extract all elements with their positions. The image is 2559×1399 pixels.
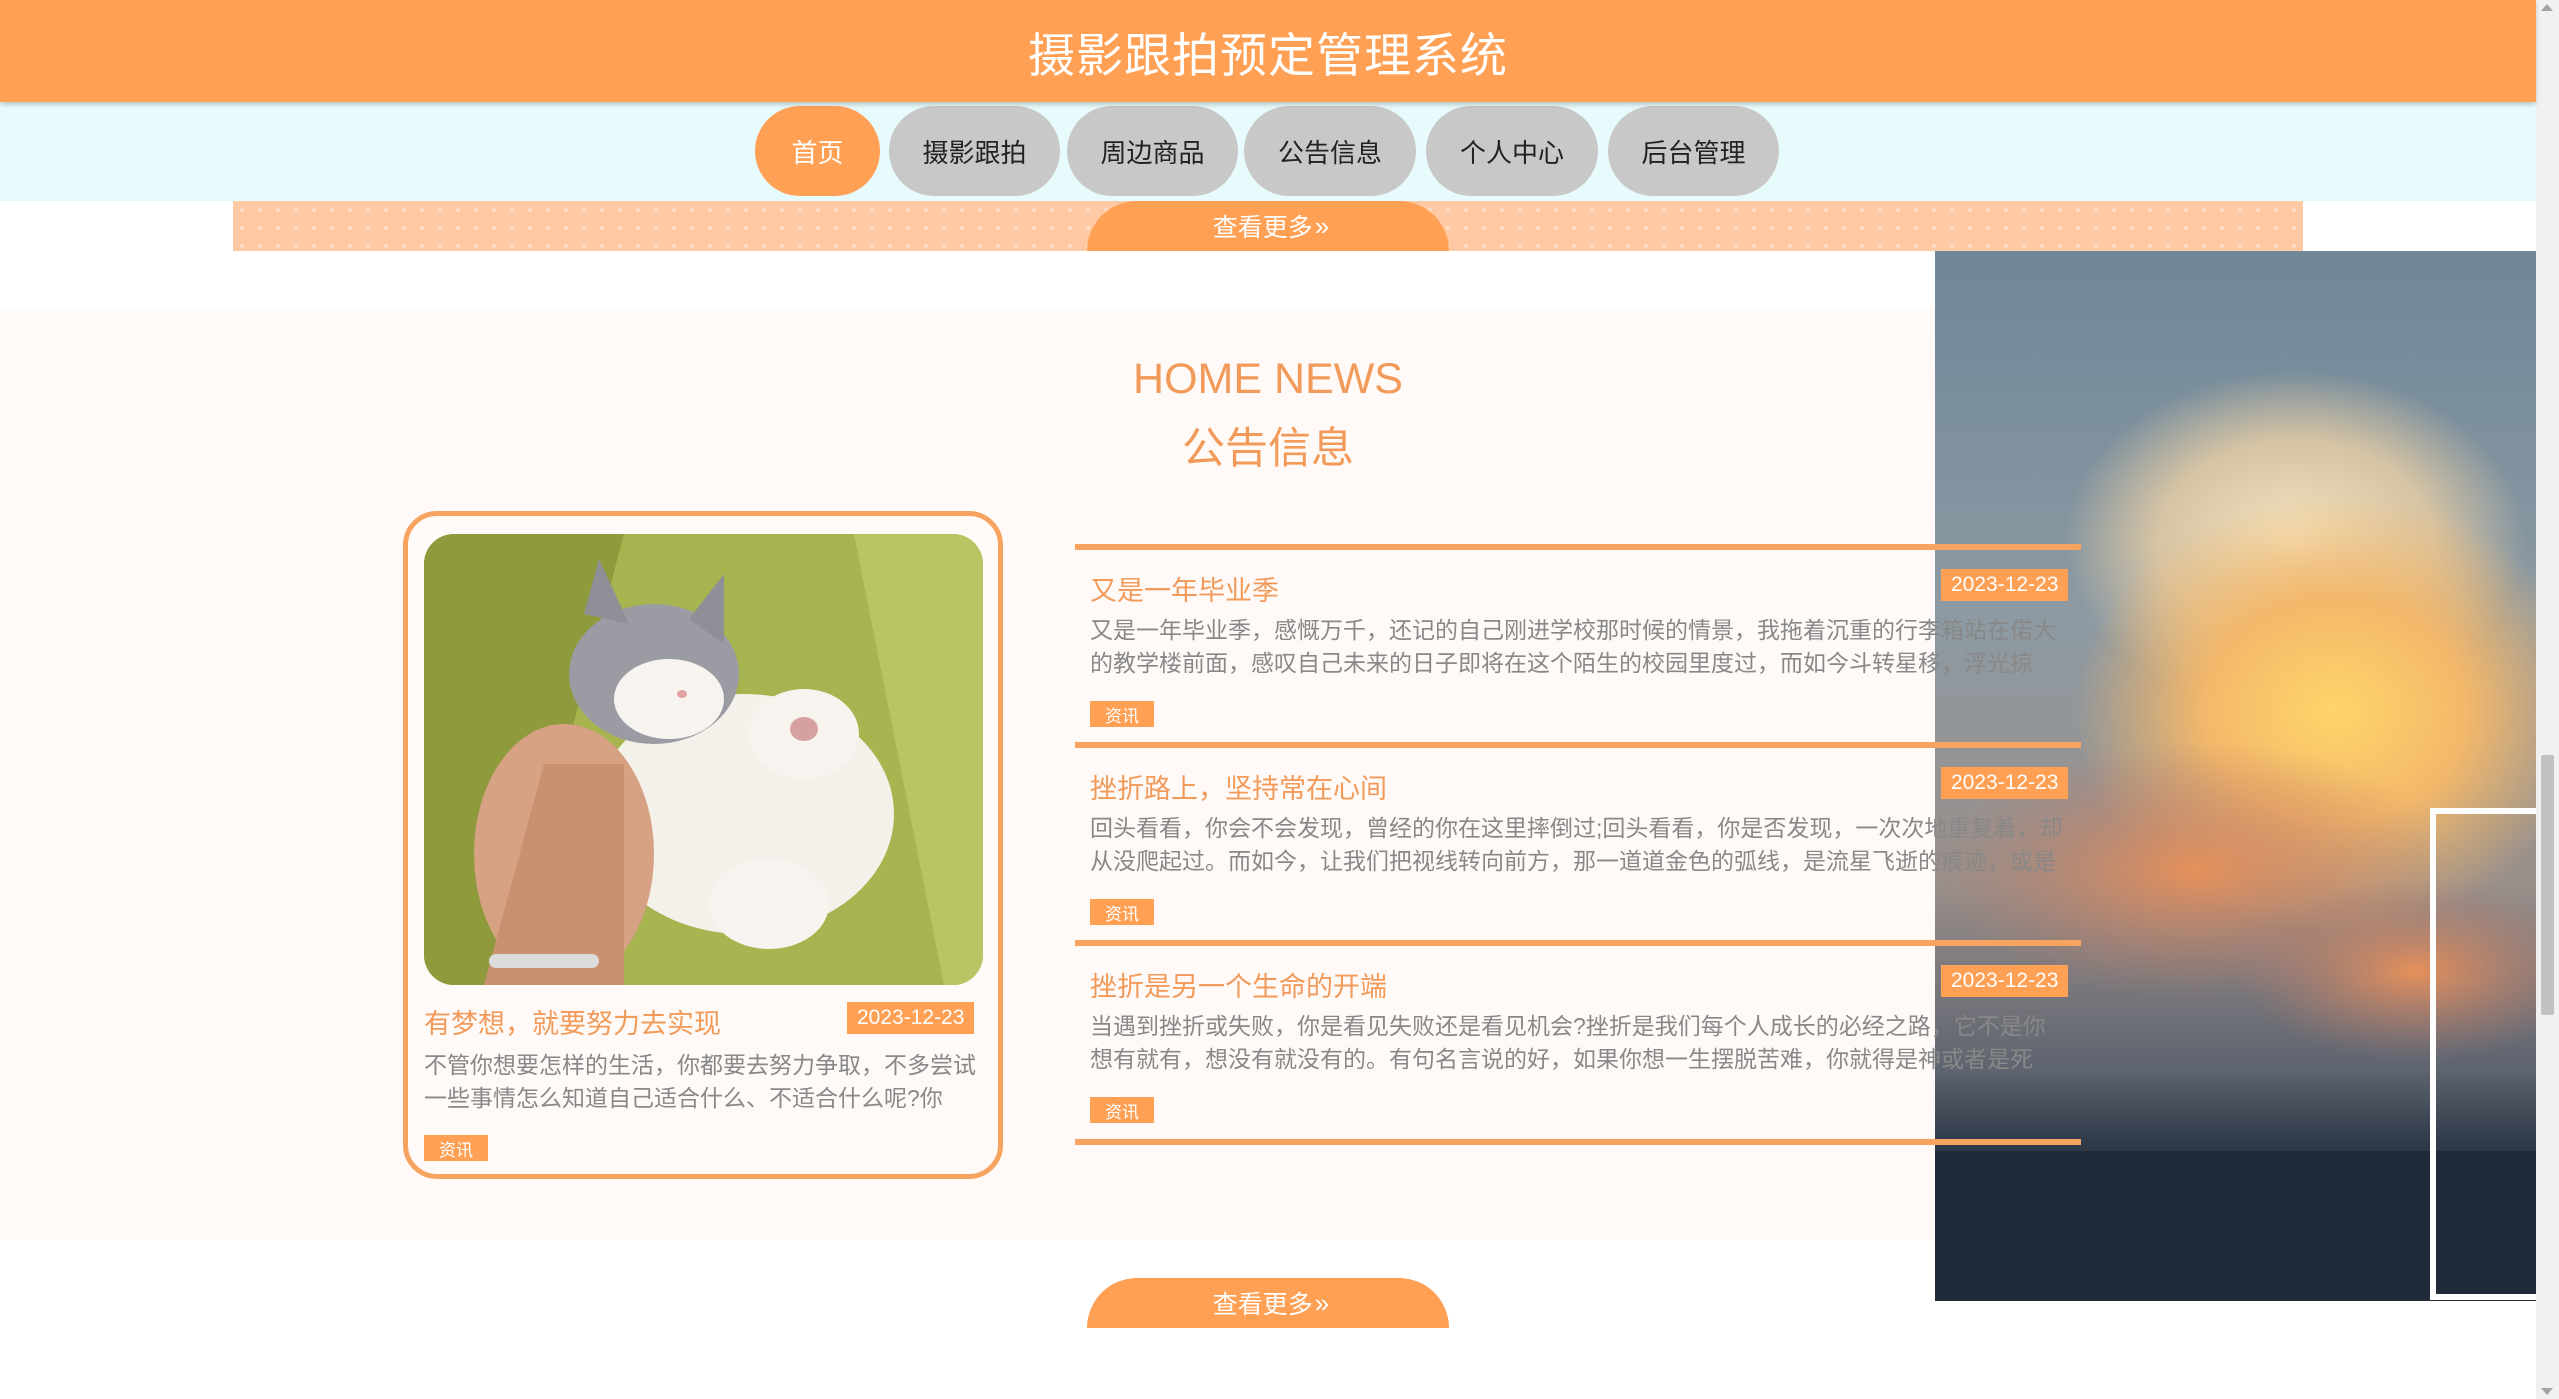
featured-news-date: 2023-12-23 [847,1002,975,1034]
featured-news-card[interactable]: 有梦想，就要努力去实现 2023-12-23 不管你想要怎样的生活，你都要去努力… [403,511,1003,1179]
news-item-date: 2023-12-23 [1941,965,2069,997]
news-item-date: 2023-12-23 [1941,569,2069,601]
news-item-title[interactable]: 又是一年毕业季 [1090,569,1279,608]
news-item-tag: 资讯 [1090,899,1154,925]
news-item-desc: 回头看看，你会不会发现，曾经的你在这里摔倒过;回头看看，你是否发现，一次次地重复… [1090,815,2063,874]
featured-news-tag: 资讯 [424,1135,488,1161]
page-scrollbar[interactable] [2536,0,2559,1399]
news-item-desc: 又是一年毕业季，感慨万千，还记的自己刚进学校那时候的情景，我拖着沉重的行李箱站在… [1090,617,2056,676]
scroll-down-arrow-icon[interactable] [2541,1388,2553,1395]
scroll-up-arrow-icon[interactable] [2541,4,2553,11]
list-divider [1075,1139,2081,1145]
section-title-cn: 公告信息 [1182,425,1354,473]
list-divider [1075,940,2081,946]
view-more-button[interactable]: 查看更多 » [1087,201,1449,251]
site-header: 摄影跟拍预定管理系统 [0,0,2536,102]
list-divider [1075,742,2081,748]
view-more-label: 查看更多 [1212,1291,1313,1319]
view-more-label: 查看更多 [1212,214,1313,242]
nav-item-profile[interactable]: 个人中心 [1426,106,1598,196]
news-item-title[interactable]: 挫折是另一个生命的开端 [1090,965,1387,1004]
news-item-title[interactable]: 挫折路上，坚持常在心间 [1090,767,1387,806]
decorative-frame [2430,808,2536,1300]
nav-item-merchandise[interactable]: 周边商品 [1067,106,1238,196]
section-title-en: HOME NEWS [1133,355,1403,403]
featured-news-title[interactable]: 有梦想，就要努力去实现 [424,1002,721,1041]
featured-news-desc: 不管你想要怎样的生活，你都要去努力争取，不多尝试一些事情怎么知道自己适合什么、不… [424,1052,976,1111]
nav-item-photography[interactable]: 摄影跟拍 [889,106,1060,196]
double-chevron-right-icon: » [1314,210,1330,241]
news-item-tag: 资讯 [1090,701,1154,727]
nav-item-admin[interactable]: 后台管理 [1608,106,1779,196]
nav-item-announcements[interactable]: 公告信息 [1244,106,1416,196]
scrollbar-thumb[interactable] [2541,755,2554,1015]
list-divider [1075,544,2081,550]
news-view-more-button[interactable]: 查看更多 » [1087,1278,1449,1328]
cat-photo [424,534,983,985]
news-item-tag: 资讯 [1090,1097,1154,1123]
news-item-desc: 当遇到挫折或失败，你是看见失败还是看见机会?挫折是我们每个人成长的必经之路，它不… [1090,1013,2046,1072]
nav-item-home[interactable]: 首页 [755,106,880,196]
main-nav: 首页 摄影跟拍 周边商品 公告信息 个人中心 后台管理 [0,102,2536,201]
site-title: 摄影跟拍预定管理系统 [1028,28,1508,82]
double-chevron-right-icon: » [1314,1287,1330,1318]
news-item-date: 2023-12-23 [1941,767,2069,799]
